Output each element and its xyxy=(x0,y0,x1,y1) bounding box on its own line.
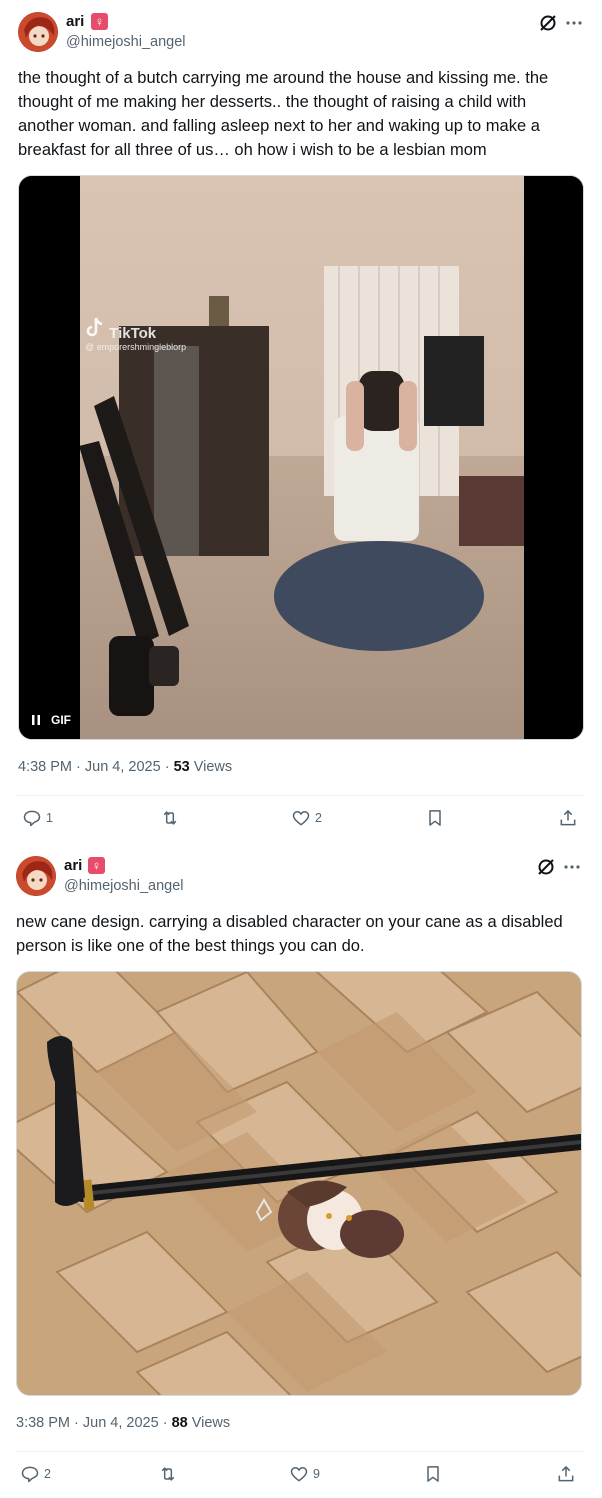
display-name[interactable]: ari xyxy=(64,857,82,874)
heart-icon xyxy=(292,810,310,826)
reply-button[interactable]: 2 xyxy=(20,1464,51,1484)
divider xyxy=(16,795,584,796)
tweet-text: the thought of a butch carrying me aroun… xyxy=(18,69,549,159)
bookmark-button[interactable] xyxy=(425,808,445,828)
views-count: 88 xyxy=(171,1415,188,1431)
tweet-1: ari ♀ @himejoshi_angel the thought of a … xyxy=(0,0,602,848)
tweet-2: ari ♀ @himejoshi_angel new cane design. … xyxy=(0,848,602,1498)
divider xyxy=(16,1451,584,1452)
tiktok-title: TikTok xyxy=(109,325,157,342)
tiktok-logo xyxy=(86,317,103,337)
retweet-button[interactable] xyxy=(160,808,184,828)
timestamp[interactable]: 4:38 PM · Jun 4, 2025 · xyxy=(18,759,174,775)
display-name[interactable]: ari xyxy=(66,13,84,30)
like-count: 2 xyxy=(315,811,322,825)
gif-badge[interactable]: GIF xyxy=(31,713,71,727)
bookmark-button[interactable] xyxy=(423,1464,443,1484)
retweet-icon xyxy=(163,811,177,825)
tweet-photo[interactable] xyxy=(16,971,582,1396)
share-button[interactable] xyxy=(556,1464,576,1484)
share-icon xyxy=(560,809,576,826)
like-button[interactable]: 9 xyxy=(289,1464,320,1484)
bookmark-icon xyxy=(429,810,441,826)
tweet-meta: 4:38 PM · Jun 4, 2025 · 53 Views xyxy=(18,759,232,775)
reply-count: 1 xyxy=(46,811,53,825)
female-sign-emoji: ♀ xyxy=(91,13,108,30)
like-button[interactable]: 2 xyxy=(291,808,322,828)
reply-count: 2 xyxy=(44,1467,51,1481)
tweet-meta: 3:38 PM · Jun 4, 2025 · 88 Views xyxy=(16,1415,230,1431)
like-count: 9 xyxy=(313,1467,320,1481)
tiktok-handle: @ emporershmingleblorp xyxy=(85,342,187,352)
views-label: Views xyxy=(187,1415,231,1431)
more-icon[interactable] xyxy=(563,12,585,34)
tiktok-watermark: TikTok @ emporershmingleblorp xyxy=(85,316,186,352)
reply-icon xyxy=(21,1466,39,1483)
avatar[interactable] xyxy=(16,856,56,896)
cane-photo xyxy=(17,972,581,1395)
bookmark-icon xyxy=(427,1466,439,1482)
timestamp[interactable]: 3:38 PM · Jun 4, 2025 · xyxy=(16,1415,172,1431)
grok-icon[interactable] xyxy=(535,856,557,878)
gif-label: GIF xyxy=(51,713,71,727)
more-icon[interactable] xyxy=(561,856,583,878)
gif-scene xyxy=(19,176,583,739)
grok-icon[interactable] xyxy=(537,12,559,34)
pause-icon[interactable] xyxy=(31,714,41,726)
share-icon xyxy=(558,1465,574,1482)
reply-button[interactable]: 1 xyxy=(22,808,53,828)
retweet-icon xyxy=(161,1467,175,1481)
views-label: Views xyxy=(189,759,233,775)
user-handle[interactable]: @himejoshi_angel xyxy=(66,34,186,50)
tweet-gif[interactable]: TikTok @ emporershmingleblorp GIF xyxy=(18,175,584,740)
share-button[interactable] xyxy=(558,808,578,828)
female-sign-emoji: ♀ xyxy=(88,857,105,874)
user-handle[interactable]: @himejoshi_angel xyxy=(64,878,184,894)
avatar[interactable] xyxy=(18,12,58,52)
reply-icon xyxy=(23,810,41,827)
retweet-button[interactable] xyxy=(158,1464,182,1484)
views-count: 53 xyxy=(173,759,190,775)
heart-icon xyxy=(290,1466,308,1482)
tweet-text: new cane design. carrying a disabled cha… xyxy=(16,913,563,955)
